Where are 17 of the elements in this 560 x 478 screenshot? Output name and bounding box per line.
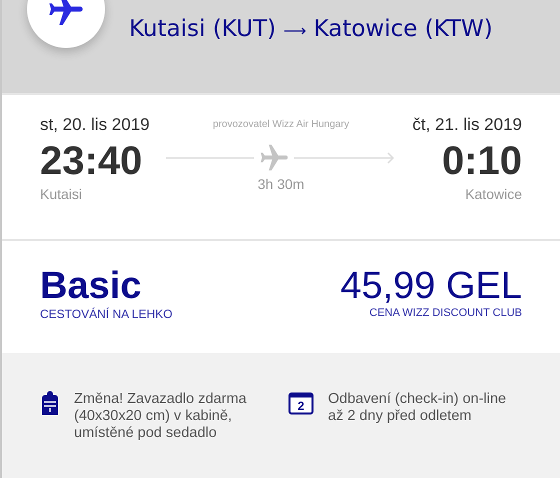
flight-duration: 3h 30m: [258, 176, 304, 192]
arrival-time: 0:10: [442, 139, 522, 184]
price-note: CENA WIZZ DISCOUNT CLUB: [369, 307, 522, 319]
fare-subtitle: CESTOVÁNÍ NA LEHKO: [40, 307, 172, 321]
operator-label: provozovatel Wizz Air Hungary: [212, 119, 350, 130]
fare-price: 45,99 GEL: [340, 265, 522, 307]
arrival-date: čt, 21. lis 2019: [412, 115, 522, 135]
backpack-icon: [40, 391, 60, 417]
arrival-city: Katowice: [465, 186, 522, 202]
route-title: Kutaisi (KUT) ⟶ Katowice (KTW): [129, 16, 494, 44]
feature-text: Odbavení (check-in) on-line až 2 dny před odletem: [328, 391, 508, 425]
departure-time: 23:40: [40, 139, 142, 184]
feature-text: Změna! Zavazadlo zdarma (40x30x20 cm) v kabině, umístěné pod sedadlo: [74, 391, 248, 442]
fare-name: Basic: [40, 265, 142, 307]
departure-date: st, 20. lis 2019: [40, 115, 150, 135]
departure-city: Kutaisi: [40, 186, 82, 202]
calendar-icon: 2: [288, 391, 314, 415]
